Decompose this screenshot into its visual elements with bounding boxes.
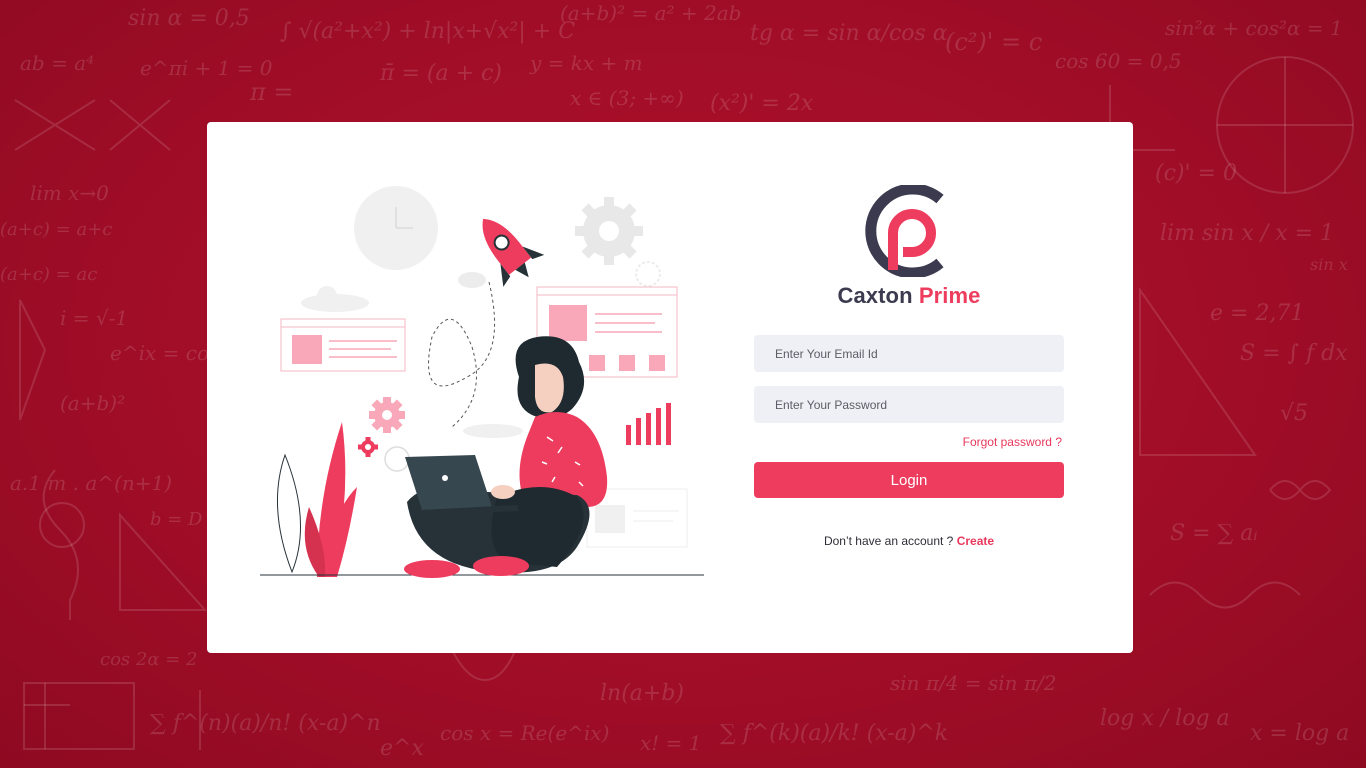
svg-text:∫ √(a²+x²) + ln|x+√x²| + C: ∫ √(a²+x²) + ln|x+√x²| + C bbox=[280, 19, 575, 44]
woman-with-laptop-illustration bbox=[260, 186, 704, 578]
svg-text:(a+b)²: (a+b)² bbox=[60, 391, 125, 415]
svg-text:π =: π = bbox=[249, 78, 294, 106]
brand-name-part2: Prime bbox=[918, 283, 981, 308]
svg-text:sin x: sin x bbox=[1310, 255, 1348, 274]
cp-logo-icon bbox=[865, 185, 944, 277]
svg-text:x! = 1: x! = 1 bbox=[640, 731, 702, 755]
svg-text:cos 60 = 0,5: cos 60 = 0,5 bbox=[1055, 49, 1182, 73]
svg-text:∑ f^(k)(a)/k! (x-a)^k: ∑ f^(k)(a)/k! (x-a)^k bbox=[720, 721, 948, 746]
svg-text:sin²α + cos²α = 1: sin²α + cos²α = 1 bbox=[1165, 16, 1343, 40]
login-form-panel: Caxton Prime Forgot password ? Login Don… bbox=[754, 122, 1064, 653]
svg-text:ln(a+b): ln(a+b) bbox=[600, 681, 684, 706]
password-input[interactable] bbox=[754, 386, 1064, 423]
svg-text:S = ∑ aᵢ: S = ∑ aᵢ bbox=[1170, 521, 1258, 546]
svg-text:x ∈ (3; +∞): x ∈ (3; +∞) bbox=[570, 86, 684, 110]
svg-text:√5: √5 bbox=[1280, 401, 1308, 426]
svg-text:(a+c) = ac: (a+c) = ac bbox=[0, 264, 97, 285]
svg-text:x = log a: x = log a bbox=[1250, 721, 1349, 746]
svg-text:e = 2,71: e = 2,71 bbox=[1210, 301, 1304, 326]
svg-text:(x²)' = 2x: (x²)' = 2x bbox=[710, 91, 814, 116]
svg-text:y = kx + m: y = kx + m bbox=[529, 51, 643, 75]
svg-text:tg α = sin α/cos α: tg α = sin α/cos α bbox=[750, 21, 948, 46]
forgot-password-link[interactable]: Forgot password ? bbox=[963, 435, 1062, 449]
email-input[interactable] bbox=[754, 335, 1064, 372]
svg-text:e^πi + 1 = 0: e^πi + 1 = 0 bbox=[140, 56, 273, 80]
svg-text:cos x = Re(e^ix): cos x = Re(e^ix) bbox=[440, 721, 609, 745]
signup-prompt: Don’t have an account ? Create bbox=[754, 534, 1064, 548]
brand-name-part1: Caxton bbox=[837, 283, 913, 308]
svg-text:π̄ = (a + c): π̄ = (a + c) bbox=[379, 61, 502, 86]
svg-text:log x / log a: log x / log a bbox=[1100, 706, 1230, 731]
create-account-link[interactable]: Create bbox=[957, 534, 994, 548]
svg-text:sin π/4 = sin π/2: sin π/4 = sin π/2 bbox=[890, 671, 1056, 695]
svg-text:∑ f^(n)(a)/n! (x-a)^n: ∑ f^(n)(a)/n! (x-a)^n bbox=[150, 711, 381, 736]
svg-text:e^x: e^x bbox=[380, 736, 424, 761]
svg-text:S = ∫ f dx: S = ∫ f dx bbox=[1240, 341, 1348, 366]
svg-text:i = √-1: i = √-1 bbox=[60, 306, 128, 330]
svg-text:(c²)' = c: (c²)' = c bbox=[945, 28, 1042, 56]
login-card: Caxton Prime Forgot password ? Login Don… bbox=[207, 122, 1133, 653]
svg-text:a.1 m . a^(n+1): a.1 m . a^(n+1) bbox=[10, 471, 172, 495]
signup-prompt-text: Don’t have an account ? bbox=[823, 534, 954, 548]
svg-text:lim sin x / x = 1: lim sin x / x = 1 bbox=[1160, 221, 1334, 246]
login-button[interactable]: Login bbox=[754, 462, 1064, 498]
svg-text:sin α = 0,5: sin α = 0,5 bbox=[128, 6, 250, 31]
svg-text:b = D: b = D bbox=[150, 509, 203, 530]
brand-name: Caxton Prime bbox=[754, 283, 1064, 309]
svg-text:(a+b)² = a² + 2ab: (a+b)² = a² + 2ab bbox=[560, 1, 741, 25]
svg-text:(a+c) = a+c: (a+c) = a+c bbox=[0, 219, 112, 240]
svg-text:cos 2α = 2: cos 2α = 2 bbox=[100, 649, 197, 670]
svg-text:(c)' = 0: (c)' = 0 bbox=[1155, 161, 1237, 186]
svg-text:lim x→0: lim x→0 bbox=[30, 181, 109, 205]
svg-text:ab = a⁴: ab = a⁴ bbox=[20, 51, 94, 75]
